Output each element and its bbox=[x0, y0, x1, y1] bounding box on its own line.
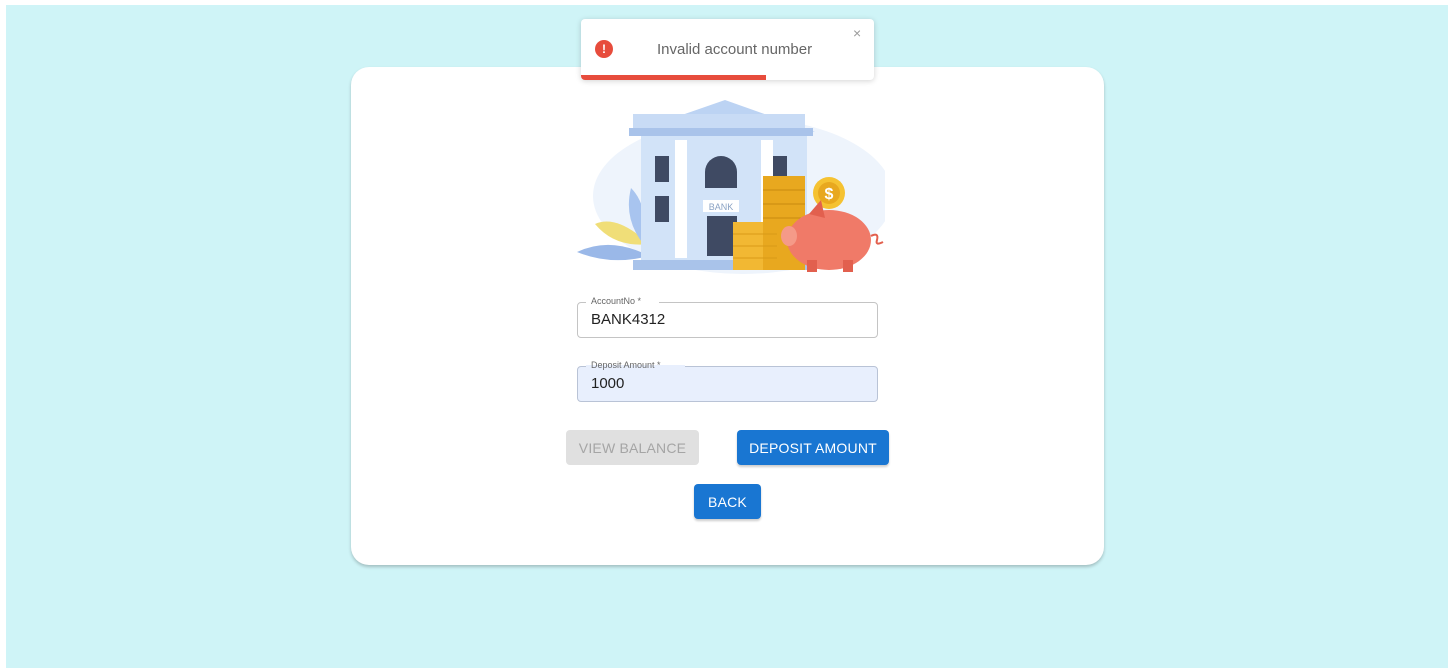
piggy-snout bbox=[781, 226, 797, 246]
deposit-amount-label: Deposit Amount * bbox=[586, 358, 685, 372]
bank-cornice bbox=[629, 128, 813, 136]
piggy-tail bbox=[870, 233, 884, 245]
view-balance-button[interactable]: VIEW BALANCE bbox=[566, 430, 699, 465]
piggy-body bbox=[787, 210, 871, 270]
window-left-bottom bbox=[655, 196, 669, 222]
toast-message: Invalid account number bbox=[657, 41, 813, 58]
bank-frieze bbox=[633, 114, 805, 128]
close-icon[interactable]: × bbox=[853, 26, 861, 40]
piggy-leg-front bbox=[807, 260, 817, 272]
piggy-leg-back bbox=[843, 260, 853, 272]
coin-dollar-text: $ bbox=[825, 186, 834, 203]
bank-door bbox=[707, 216, 737, 256]
toast-progress-bar bbox=[581, 75, 766, 80]
bank-piggy-illustration: BANK $ bbox=[577, 100, 885, 274]
error-icon: ! bbox=[595, 40, 613, 58]
account-number-value: BANK4312 bbox=[591, 311, 666, 328]
window-left-top bbox=[655, 156, 669, 182]
error-toast: ! Invalid account number × bbox=[581, 19, 874, 80]
column-left bbox=[675, 140, 687, 258]
back-button[interactable]: BACK bbox=[694, 484, 761, 519]
deposit-amount-value: 1000 bbox=[591, 375, 625, 392]
account-number-label: AccountNo * bbox=[586, 294, 660, 308]
bank-sign-text: BANK bbox=[709, 202, 734, 212]
deposit-amount-field[interactable]: Deposit Amount * 1000 bbox=[577, 358, 878, 402]
deposit-amount-button[interactable]: DEPOSIT AMOUNT bbox=[737, 430, 889, 465]
account-number-field[interactable]: AccountNo * BANK4312 bbox=[577, 294, 878, 338]
arched-window bbox=[705, 156, 737, 188]
